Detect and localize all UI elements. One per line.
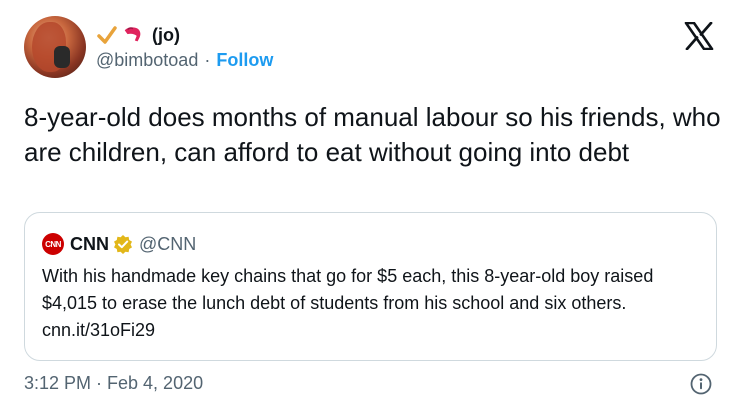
quoted-tweet-text: With his handmade key chains that go for…: [42, 266, 654, 340]
separator-dot: ·: [204, 50, 211, 70]
flexed-arm-icon: [122, 24, 144, 46]
quoted-display-name: CNN: [70, 233, 109, 254]
quoted-handle: @CNN: [139, 233, 197, 254]
avatar-phone: [54, 46, 70, 68]
x-logo-icon[interactable]: [684, 21, 714, 51]
tweet-card: (jo) @bimbotoad · Follow 8-year-old does…: [0, 0, 740, 413]
follow-button[interactable]: Follow: [216, 50, 273, 71]
verified-badge-icon: [113, 234, 133, 254]
tweet-timestamp[interactable]: 3:12 PM · Feb 4, 2020: [24, 373, 203, 394]
quoted-tweet[interactable]: CNN CNN @CNN With his handmade key chain…: [24, 212, 717, 361]
check-mark-icon: [96, 24, 118, 46]
tweet-text: 8-year-old does months of manual labour …: [24, 102, 721, 167]
quoted-tweet-header: CNN CNN @CNN: [42, 233, 196, 255]
info-icon[interactable]: [690, 373, 712, 395]
author-handle-row: @bimbotoad · Follow: [96, 50, 273, 71]
cnn-logo: CNN: [42, 233, 64, 255]
author-handle[interactable]: @bimbotoad: [96, 50, 198, 71]
author-display-name[interactable]: (jo): [152, 25, 180, 46]
avatar[interactable]: [24, 16, 86, 78]
author-name-row: (jo): [96, 22, 180, 48]
